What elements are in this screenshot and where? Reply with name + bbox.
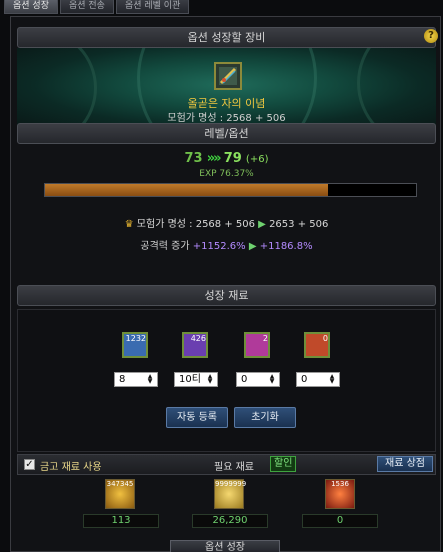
level-row: 73 »» 79 (+6) (11, 151, 442, 166)
attack-stat-label: 공격력 증가 (140, 241, 190, 252)
tab-option-level-transfer[interactable]: 옵션 레벨 이관 (115, 0, 190, 14)
exp-bar (44, 183, 417, 197)
level-current: 73 (184, 151, 203, 166)
level-bonus: (+6) (245, 154, 269, 165)
material-slot[interactable]: 2 (244, 332, 270, 358)
cost-stock: 347345 (106, 480, 134, 488)
material-stock-count: 0 (322, 334, 328, 343)
fame-stat-before: 모험가 명성 : 2568 + 506 (136, 219, 255, 230)
stepper-arrows-icon[interactable]: ▲ ▼ (327, 374, 337, 385)
attack-stat-line: 공격력 증가 +1152.6% ▶ +1186.8% (11, 237, 442, 252)
material-shop-button[interactable]: 재료 상점 (377, 456, 433, 472)
material-amount-value: 0 (241, 374, 248, 385)
material-amount-value: 8 (119, 374, 126, 385)
exp-text: EXP 76.37% (199, 169, 254, 179)
materials-header-label: 성장 재료 (204, 289, 249, 302)
burst-icon: 1536 (325, 479, 355, 509)
fame-stat-after: 2653 + 506 (269, 219, 329, 230)
required-materials-bar: ✓ 금고 재료 사용 필요 재료 할인 재료 상점 (17, 454, 436, 475)
auto-register-button[interactable]: 자동 등록 (166, 407, 228, 428)
material-amount-stepper[interactable]: 8 ▲ ▼ (114, 372, 158, 387)
materials-header: 성장 재료 (17, 285, 436, 306)
material-amount-stepper[interactable]: 0 ▲ ▼ (296, 372, 340, 387)
discount-badge: 할인 (270, 456, 297, 472)
reset-button[interactable]: 초기화 (234, 407, 296, 428)
material-amount-stepper[interactable]: 10티 ▲ ▼ (174, 372, 218, 387)
attack-stat-arrow-icon: ▶ (248, 241, 257, 252)
material-slot[interactable]: 426 (182, 332, 208, 358)
material-stock-count: 426 (190, 334, 206, 343)
fame-stat-arrow-icon: ▶ (258, 219, 266, 230)
tab-option-growth[interactable]: 옵션 성장 (4, 0, 58, 14)
scroll-icon (219, 67, 237, 85)
material-stock-count: 2 (262, 334, 268, 343)
cost-stock: 1536 (331, 480, 349, 488)
required-materials-label: 필요 재료 (214, 462, 254, 473)
material-stock-count: 1232 (125, 334, 146, 343)
attack-stat-before: +1152.6% (192, 241, 246, 252)
cost-value: 0 (302, 514, 378, 528)
material-amount-stepper[interactable]: 0 ▲ ▼ (236, 372, 280, 387)
help-icon[interactable]: ? (424, 29, 438, 43)
material-amount-value: 0 (301, 374, 308, 385)
exp-bar-fill (45, 184, 329, 196)
materials-panel: 1232 8 ▲ ▼ 426 10티 ▲ ▼ 2 0 ▲ ▼ 0 0 ▲ ▼ 자동 등 (17, 309, 436, 452)
equipment-banner: 올곧은 자의 이념 모험가 명성 : 2568 + 506 (17, 48, 436, 130)
item-fame: 모험가 명성 : 2568 + 506 (167, 113, 286, 124)
stepper-arrows-icon[interactable]: ▲ ▼ (145, 374, 155, 385)
use-vault-label: 금고 재료 사용 (40, 462, 102, 473)
material-slot[interactable]: 1232 (122, 332, 148, 358)
level-header: 레벨/옵션 (17, 123, 436, 144)
cost-stock: 9999999 (215, 480, 247, 488)
gem-icon: 347345 (105, 479, 135, 509)
level-next: 79 (223, 151, 242, 166)
stepper-arrows-icon[interactable]: ▲ ▼ (267, 374, 277, 385)
attack-stat-after: +1186.8% (259, 241, 313, 252)
growth-window: 옵션 성장할 장비 ? 올곧은 자의 이념 모험가 명성 : 2568 + 50… (10, 16, 441, 552)
equipment-header-label: 옵션 성장할 장비 (187, 31, 266, 44)
fame-stat-line: ♛ 모험가 명성 : 2568 + 506 ▶ 2653 + 506 (11, 215, 442, 230)
fame-icon: ♛ (124, 219, 134, 230)
equipment-slot[interactable] (214, 62, 242, 90)
tab-bar: 옵션 성장 옵션 전송 옵션 레벨 이관 (0, 0, 443, 14)
gold-icon: 9999999 (214, 479, 247, 509)
cost-value: 26,290 (192, 514, 268, 528)
level-arrow-icon: »» (206, 151, 222, 166)
tab-option-transfer[interactable]: 옵션 전송 (59, 0, 114, 14)
cost-value: 113 (83, 514, 159, 528)
material-slot[interactable]: 0 (304, 332, 330, 358)
material-amount-value: 10티 (179, 374, 201, 385)
option-growth-button[interactable]: 옵션 성장 (170, 540, 280, 552)
level-header-label: 레벨/옵션 (204, 127, 249, 140)
use-vault-checkbox[interactable]: ✓ (24, 459, 35, 470)
equipment-header: 옵션 성장할 장비 (17, 27, 436, 48)
stepper-arrows-icon[interactable]: ▲ ▼ (205, 374, 215, 385)
